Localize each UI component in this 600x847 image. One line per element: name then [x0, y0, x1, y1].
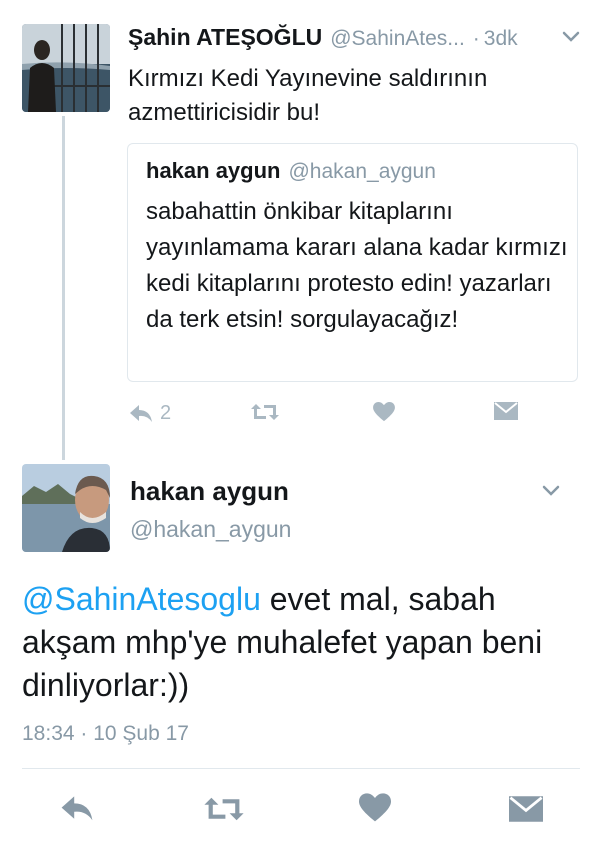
main-action-retweet[interactable]	[203, 795, 245, 823]
main-action-message[interactable]	[509, 796, 543, 822]
like-heart-icon	[359, 793, 391, 822]
reply-count: 2	[160, 402, 172, 424]
chevron-down-icon[interactable]	[562, 30, 580, 48]
main-author-name[interactable]: hakan aygun	[130, 476, 289, 507]
reply-timestamp[interactable]: 3dk	[484, 27, 518, 51]
reply-action-retweet[interactable]	[250, 402, 280, 422]
mention-link[interactable]: @SahinAtesoglu	[22, 581, 261, 617]
reply-header: Şahin ATEŞOĞLU @SahinAtes... · 3dk	[128, 24, 528, 58]
quoted-tweet-header: hakan aygun @hakan_aygun	[146, 158, 436, 184]
reply-icon	[130, 404, 152, 422]
reply-time-separator: ·	[472, 27, 480, 50]
direct-message-icon	[509, 796, 543, 822]
divider	[22, 768, 580, 769]
quoted-tweet-text: sabahattin önkibar kitaplarını yayınlama…	[146, 198, 568, 333]
quoted-tweet-card[interactable]: hakan aygun @hakan_aygun sabahattin önki…	[127, 143, 578, 382]
reply-text: Kırmızı Kedi Yayınevine saldırının azmet…	[128, 65, 488, 126]
main-author-handle[interactable]: @hakan_aygun	[130, 516, 291, 543]
main-action-like[interactable]	[359, 793, 391, 823]
retweet-icon	[251, 404, 279, 420]
quoted-author-name: hakan aygun	[146, 158, 281, 183]
direct-message-icon	[494, 402, 518, 420]
like-heart-icon	[373, 402, 395, 422]
reply-author-name[interactable]: Şahin ATEŞOĞLU	[128, 24, 322, 51]
retweet-icon	[204, 797, 244, 821]
thread-line	[62, 116, 65, 460]
reply-author-handle[interactable]: @SahinAtes...	[330, 27, 465, 51]
reply-action-like[interactable]	[373, 402, 395, 422]
reply-action-reply[interactable]: 2	[128, 402, 171, 425]
reply-author-avatar[interactable]	[22, 24, 110, 112]
reply-icon	[61, 796, 93, 821]
main-tweet-timestamp[interactable]: 18:34 · 10 Şub 17	[22, 722, 189, 746]
main-action-reply[interactable]	[58, 795, 96, 823]
chevron-down-icon[interactable]	[542, 484, 560, 502]
reply-action-message[interactable]	[494, 402, 518, 420]
main-tweet-text: @SahinAtesoglu evet mal, sabah akşam mhp…	[22, 578, 582, 707]
quoted-author-handle: @hakan_aygun	[288, 160, 436, 183]
main-author-avatar[interactable]	[22, 464, 110, 552]
